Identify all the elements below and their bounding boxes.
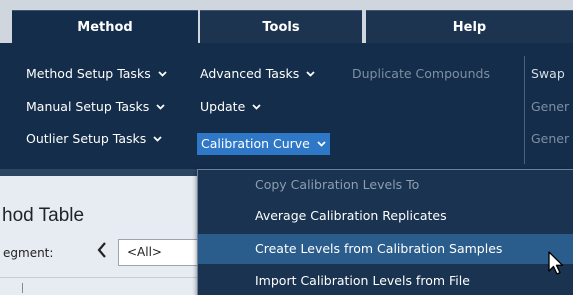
method-setup-tasks-label: Method Setup Tasks <box>26 66 151 81</box>
calibration-curve-label: Calibration Curve <box>201 136 310 151</box>
page-title: hod Table <box>2 205 85 226</box>
chevron-down-icon <box>252 97 261 119</box>
segment-select[interactable]: <All> <box>118 239 198 266</box>
generate-button-2[interactable]: Gener <box>531 128 569 150</box>
outlier-setup-tasks-button[interactable]: Outlier Setup Tasks <box>26 128 162 150</box>
menu-item-create-levels-from-calibration-samples[interactable]: Create Levels from Calibration Samples <box>198 234 573 264</box>
chevron-down-icon <box>153 129 162 151</box>
update-button[interactable]: Update <box>200 96 261 118</box>
ribbon-separator <box>524 56 525 164</box>
method-setup-tasks-button[interactable]: Method Setup Tasks <box>26 63 167 85</box>
segment-previous-button[interactable] <box>92 240 112 264</box>
manual-setup-tasks-button[interactable]: Manual Setup Tasks <box>26 96 165 118</box>
calibration-curve-button[interactable]: Calibration Curve <box>197 133 330 155</box>
calibration-curve-menu: Copy Calibration Levels To Average Calib… <box>197 169 573 295</box>
menu-item-copy-calibration-levels[interactable]: Copy Calibration Levels To <box>198 170 573 200</box>
tab-tools[interactable]: Tools <box>200 10 362 43</box>
chevron-down-icon <box>156 97 165 119</box>
tab-help[interactable]: Help <box>366 10 573 43</box>
menu-item-average-calibration-replicates[interactable]: Average Calibration Replicates <box>198 201 573 231</box>
advanced-tasks-label: Advanced Tasks <box>200 66 300 81</box>
segment-label: egment: <box>3 246 54 260</box>
divider <box>0 277 198 278</box>
chevron-down-icon <box>158 64 167 86</box>
generate-button-1[interactable]: Gener <box>531 96 569 118</box>
update-label: Update <box>200 99 246 114</box>
outlier-setup-tasks-label: Outlier Setup Tasks <box>26 131 147 146</box>
advanced-tasks-button[interactable]: Advanced Tasks <box>200 63 315 85</box>
chevron-down-icon <box>317 134 326 156</box>
swap-button[interactable]: Swap <box>531 63 565 85</box>
tab-method[interactable]: Method <box>12 10 198 43</box>
manual-setup-tasks-label: Manual Setup Tasks <box>26 99 150 114</box>
mouse-pointer-icon <box>547 250 567 278</box>
tab-strip: Method Tools Help <box>0 0 573 43</box>
duplicate-compounds-button[interactable]: Duplicate Compounds <box>352 63 490 85</box>
menu-item-import-calibration-levels[interactable]: Import Calibration Levels from File <box>198 266 573 295</box>
chevron-left-icon <box>96 241 108 263</box>
chevron-down-icon <box>306 64 315 86</box>
column-tick <box>22 283 23 293</box>
